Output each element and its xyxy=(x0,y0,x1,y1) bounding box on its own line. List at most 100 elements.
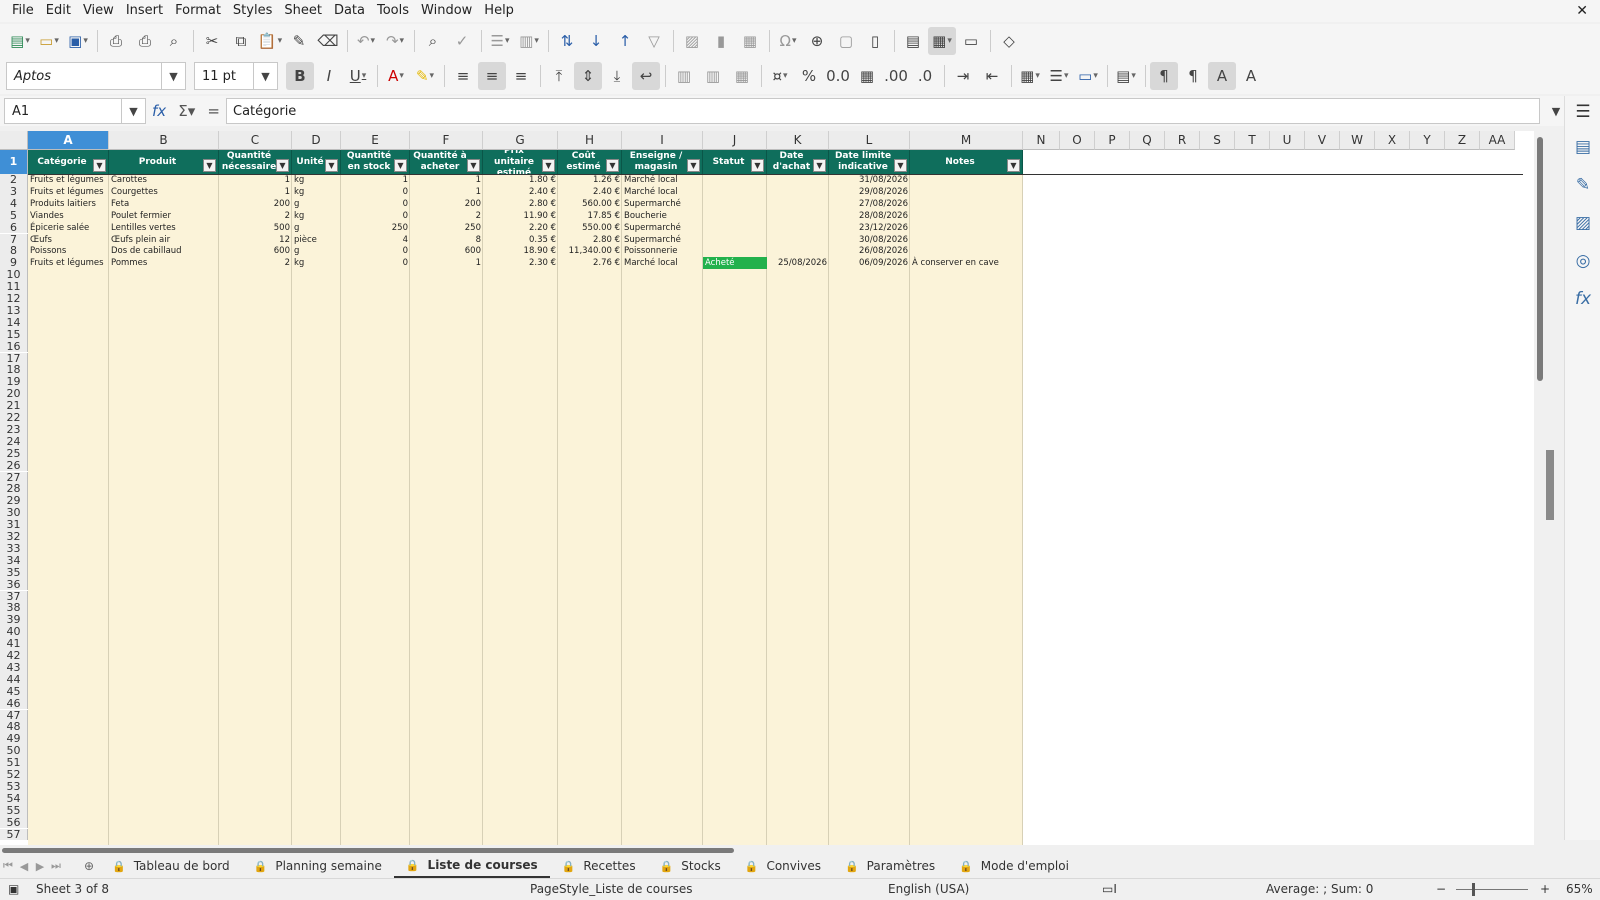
column-header[interactable]: B xyxy=(109,131,219,150)
row-header[interactable]: 54 xyxy=(0,792,28,805)
column-header[interactable]: R xyxy=(1165,131,1200,150)
row-header[interactable]: 43 xyxy=(0,661,28,674)
sort-ascending-icon[interactable]: ↓ xyxy=(582,27,610,55)
row-header[interactable]: 9 xyxy=(0,257,28,270)
table-cell[interactable]: Carottes xyxy=(109,174,219,186)
row-header[interactable]: 13 xyxy=(0,304,28,317)
menu-item-file[interactable]: File xyxy=(6,0,40,22)
table-cell[interactable]: 2.40 € xyxy=(483,186,558,198)
row-header[interactable]: 10 xyxy=(0,269,28,282)
table-header-cell[interactable]: Coût estimé ▼ xyxy=(558,150,622,174)
row-header[interactable]: 17 xyxy=(0,352,28,365)
selection-mode-icon[interactable]: ▭I xyxy=(1102,882,1117,896)
wrap-text-icon[interactable]: ↩ xyxy=(632,62,660,90)
sum-icon[interactable]: Σ▾ xyxy=(178,102,195,120)
table-cell[interactable]: 1 xyxy=(219,174,292,186)
highlight-color-icon[interactable]: ✎ xyxy=(411,62,439,90)
table-cell[interactable]: kg xyxy=(292,186,341,198)
table-cell[interactable]: 26/08/2026 xyxy=(829,245,910,257)
row-header[interactable]: 19 xyxy=(0,376,28,389)
zoom-slider-handle[interactable] xyxy=(1472,883,1475,896)
delete-decimal-icon[interactable]: .0 xyxy=(911,62,939,90)
column-header[interactable]: A xyxy=(28,131,109,150)
table-cell[interactable]: Pommes xyxy=(109,257,219,269)
chevron-down-icon[interactable]: ▼ xyxy=(121,99,145,123)
table-header-cell[interactable]: Enseigne / magasin ▼ xyxy=(622,150,703,174)
table-cell[interactable]: 0 xyxy=(341,186,410,198)
table-cell[interactable]: 28/08/2026 xyxy=(829,210,910,222)
row-header[interactable]: 47 xyxy=(0,709,28,722)
row-header[interactable]: 20 xyxy=(0,388,28,401)
table-header-cell[interactable]: Quantité en stock ▼ xyxy=(341,150,410,174)
sheet-tab[interactable]: 🔒 Liste de courses xyxy=(393,854,550,878)
table-cell[interactable]: 31/08/2026 xyxy=(829,174,910,186)
table-cell[interactable]: Épicerie salée xyxy=(28,222,109,234)
border-style-icon[interactable]: ☰ xyxy=(1045,62,1073,90)
freeze-rows-columns-icon[interactable]: ▦ xyxy=(928,27,956,55)
font-color-icon[interactable]: A xyxy=(382,62,410,90)
table-cell[interactable]: 560.00 € xyxy=(558,198,622,210)
function-wizard-icon[interactable]: fx xyxy=(152,102,166,120)
unmerge-cells-icon[interactable]: ▦ xyxy=(728,62,756,90)
table-cell[interactable]: Supermarché xyxy=(622,234,703,246)
table-cell[interactable]: Fruits et légumes xyxy=(28,257,109,269)
align-bottom-icon[interactable]: ⤓ xyxy=(603,62,631,90)
table-cell[interactable]: À conserver en cave xyxy=(910,257,1023,269)
autofilter-dropdown-icon[interactable]: ▼ xyxy=(751,159,764,172)
copy-icon[interactable]: ⧉ xyxy=(227,27,255,55)
table-header-cell[interactable]: Quantité à acheter ▼ xyxy=(410,150,483,174)
undo-icon[interactable]: ↶ xyxy=(352,27,380,55)
sidebar-menu-icon[interactable]: ☰ xyxy=(1565,96,1600,128)
table-header-cell[interactable]: Date limite indicative ▼ xyxy=(829,150,910,174)
gallery-icon[interactable]: ▨ xyxy=(1565,204,1600,242)
zoom-level[interactable]: 65% xyxy=(1566,882,1593,896)
table-cell[interactable]: 600 xyxy=(410,245,483,257)
table-cell[interactable]: 27/08/2026 xyxy=(829,198,910,210)
table-cell[interactable]: 1 xyxy=(219,186,292,198)
column-header[interactable]: F xyxy=(410,131,483,150)
table-cell[interactable]: Marché local xyxy=(622,186,703,198)
row-header[interactable]: 57 xyxy=(0,828,28,841)
table-cell[interactable]: Produits laitiers xyxy=(28,198,109,210)
autofilter-dropdown-icon[interactable]: ▼ xyxy=(687,159,700,172)
conditional-format-icon[interactable]: ▤ xyxy=(1112,62,1140,90)
menu-item-tools[interactable]: Tools xyxy=(371,0,415,22)
autofilter-dropdown-icon[interactable]: ▼ xyxy=(813,159,826,172)
print-icon[interactable]: ⎙ xyxy=(131,27,159,55)
table-cell[interactable]: 2.40 € xyxy=(558,186,622,198)
formula-icon[interactable]: = xyxy=(207,102,220,120)
column-header[interactable]: H xyxy=(558,131,622,150)
add-decimal-icon[interactable]: .00 xyxy=(882,62,910,90)
row-header[interactable]: 15 xyxy=(0,328,28,341)
align-center-icon[interactable]: ≡ xyxy=(478,62,506,90)
row-header[interactable]: 1 xyxy=(0,150,28,174)
spreadsheet-grid[interactable]: A B C D E F G H I J K L M N O P Q R S T U V W X Y Z AA 1 2 3 4 5 6 7 8 9 10 1… xyxy=(0,131,1534,845)
column-header[interactable]: N xyxy=(1023,131,1060,150)
row-header[interactable]: 50 xyxy=(0,745,28,758)
date-format-icon[interactable]: ▦ xyxy=(853,62,881,90)
increase-indent-icon[interactable]: ⇥ xyxy=(949,62,977,90)
left-to-right-icon[interactable]: ¶ xyxy=(1150,62,1178,90)
table-cell[interactable]: 2.80 € xyxy=(558,234,622,246)
print-preview-icon[interactable]: ⌕ xyxy=(160,27,188,55)
row-header[interactable]: 46 xyxy=(0,697,28,710)
table-cell[interactable]: Œufs xyxy=(28,234,109,246)
table-cell[interactable]: 2.30 € xyxy=(483,257,558,269)
row-header[interactable]: 44 xyxy=(0,673,28,686)
table-cell[interactable]: Feta xyxy=(109,198,219,210)
row-header[interactable]: 23 xyxy=(0,423,28,436)
row-header[interactable]: 38 xyxy=(0,602,28,615)
table-cell[interactable]: 25/08/2026 xyxy=(767,257,829,269)
clear-formatting-icon[interactable]: ⌫ xyxy=(314,27,342,55)
sheet-tab[interactable]: 🔒 Convives xyxy=(733,854,833,878)
sheet-tab[interactable]: 🔒 Planning semaine xyxy=(242,854,394,878)
menu-item-data[interactable]: Data xyxy=(328,0,371,22)
chevron-down-icon[interactable]: ▼ xyxy=(161,63,185,89)
table-cell[interactable]: Lentilles vertes xyxy=(109,222,219,234)
table-cell[interactable]: Fruits et légumes xyxy=(28,174,109,186)
table-cell[interactable]: 250 xyxy=(410,222,483,234)
table-cell[interactable]: 2.20 € xyxy=(483,222,558,234)
row-header[interactable]: 42 xyxy=(0,650,28,662)
table-cell[interactable]: 12 xyxy=(219,234,292,246)
table-cell[interactable]: 8 xyxy=(410,234,483,246)
